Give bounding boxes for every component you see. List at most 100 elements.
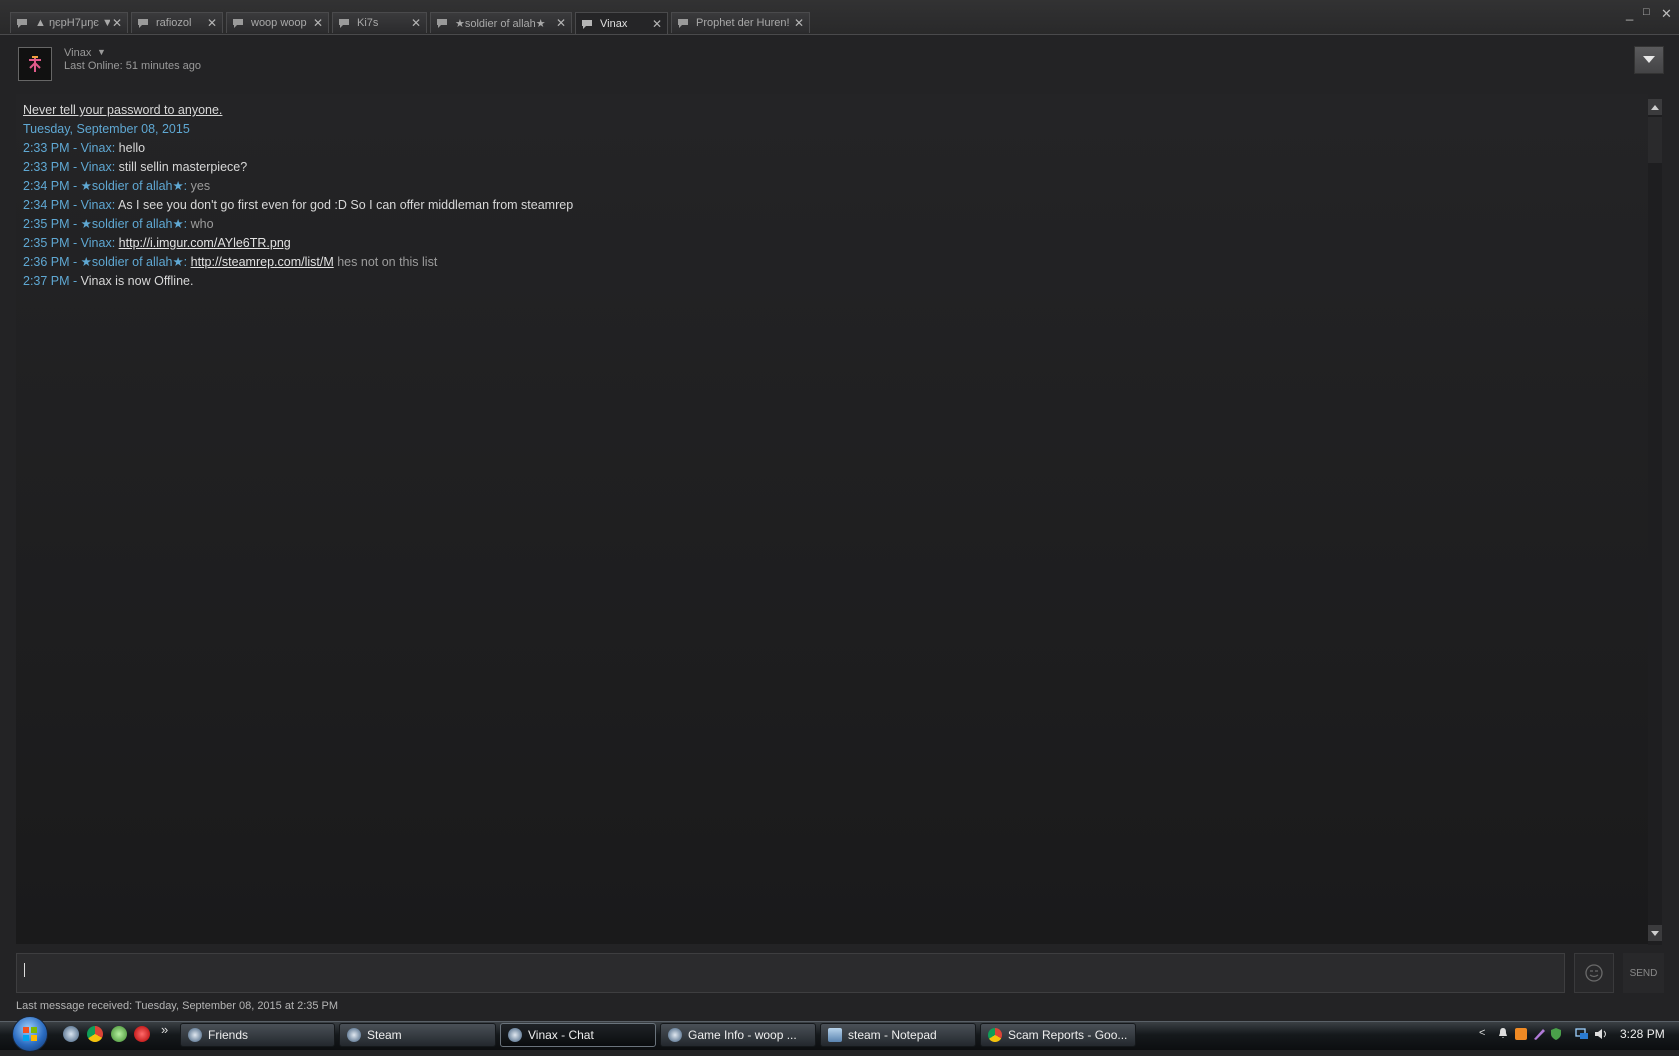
tab-vinax[interactable]: Vinax ✕ <box>575 12 668 34</box>
chevron-down-icon <box>1643 56 1655 63</box>
taskbar-button-notepad[interactable]: steam - Notepad <box>820 1023 976 1047</box>
chat-bubble-icon <box>232 18 246 28</box>
message-text: hello <box>118 141 146 155</box>
tab-neptune[interactable]: ▲ ŋєрΗ7μŋє ▼ ✕ <box>10 12 128 33</box>
emoticon-button[interactable] <box>1574 953 1614 993</box>
chrome-icon <box>988 1028 1002 1042</box>
tab-ki7s[interactable]: Ki7s ✕ <box>332 12 427 33</box>
taskbar-label: Steam <box>367 1028 402 1042</box>
shield-tray-icon[interactable] <box>1549 1027 1563 1044</box>
close-icon[interactable]: ✕ <box>650 17 664 31</box>
tab-prophet-der-huren[interactable]: Prophet der Huren! ✕ <box>671 12 810 33</box>
quicklaunch-more[interactable]: » <box>161 1022 168 1037</box>
close-icon[interactable]: ✕ <box>792 16 806 30</box>
message-prefix: 2:35 PM - ★soldier of allah★: <box>23 217 188 231</box>
tab-soldier-of-allah[interactable]: ★soldier of allah★ ✕ <box>430 12 572 33</box>
chat-options-button[interactable] <box>1634 46 1664 74</box>
tab-label: Prophet der Huren! <box>696 17 790 29</box>
steam-icon <box>508 1028 522 1042</box>
chat-bubble-icon <box>338 18 352 28</box>
avatar[interactable] <box>18 47 52 81</box>
message-prefix: 2:37 PM - <box>23 274 78 288</box>
app-quicklaunch-icon[interactable] <box>111 1026 127 1042</box>
tab-label: ▲ ŋєрΗ7μŋє ▼ <box>35 17 110 29</box>
close-icon[interactable]: ✕ <box>110 16 124 30</box>
tab-label: Ki7s <box>357 17 379 29</box>
steam-icon <box>668 1028 682 1042</box>
tab-woop-woop[interactable]: woop woop ✕ <box>226 12 329 33</box>
notepad-icon <box>828 1028 842 1042</box>
friend-status: Last Online: 51 minutes ago <box>64 60 201 72</box>
tab-label: rafiozol <box>156 17 192 29</box>
chat-scrollbar[interactable] <box>1648 99 1662 945</box>
steam-icon <box>347 1028 361 1042</box>
minimize-button[interactable]: _ <box>1626 6 1633 21</box>
chat-tab-strip: ▲ ŋєрΗ7μŋє ▼ ✕ rafiozol ✕ woop woop ✕ Ki… <box>0 0 1679 35</box>
arrow-down-icon <box>1651 930 1659 936</box>
taskbar-button-friends[interactable]: Friends <box>180 1023 335 1047</box>
close-icon[interactable]: ✕ <box>409 16 423 30</box>
message-text: yes <box>190 179 211 193</box>
chat-bubble-icon <box>16 18 30 28</box>
tray-expand-button[interactable]: < <box>1479 1027 1485 1039</box>
scrollbar-thumb[interactable] <box>1648 117 1662 163</box>
message-prefix: 2:33 PM - Vinax: <box>23 141 116 155</box>
notification-icon[interactable] <box>1497 1027 1509 1042</box>
chat-bubble-icon <box>677 18 691 28</box>
tab-label: woop woop <box>251 17 307 29</box>
taskbar-label: Game Info - woop ... <box>688 1028 797 1042</box>
chat-message: 2:35 PM - ★soldier of allah★: who <box>23 215 573 234</box>
message-prefix: 2:34 PM - Vinax: <box>23 198 116 212</box>
taskbar-button-vinax-chat[interactable]: Vinax - Chat <box>500 1023 656 1047</box>
taskbar-button-scam-reports[interactable]: Scam Reports - Goo... <box>980 1023 1136 1047</box>
volume-icon[interactable] <box>1594 1027 1608 1044</box>
tab-rafiozol[interactable]: rafiozol ✕ <box>131 12 223 33</box>
restore-button[interactable]: □ <box>1643 6 1650 18</box>
tab-label: Vinax <box>600 17 628 30</box>
app-tray-icon[interactable] <box>1514 1027 1528 1044</box>
message-prefix: 2:33 PM - Vinax: <box>23 160 116 174</box>
close-icon[interactable]: ✕ <box>554 16 568 30</box>
steam-icon <box>188 1028 202 1042</box>
message-prefix: 2:36 PM - ★soldier of allah★: <box>23 255 188 269</box>
windows-logo-icon <box>23 1027 37 1041</box>
scroll-down-button[interactable] <box>1648 925 1662 941</box>
chat-bubble-icon <box>137 18 151 28</box>
message-text: hes not on this list <box>337 255 438 269</box>
system-clock[interactable]: 3:28 PM <box>1620 1027 1665 1041</box>
taskbar-button-steam[interactable]: Steam <box>339 1023 496 1047</box>
close-window-button[interactable]: ✕ <box>1661 6 1672 22</box>
chat-message: 2:36 PM - ★soldier of allah★: http://ste… <box>23 253 573 272</box>
friend-name[interactable]: Vinax <box>64 47 91 59</box>
message-prefix: 2:35 PM - Vinax: <box>23 236 116 250</box>
message-text: who <box>190 217 214 231</box>
chat-message: 2:34 PM - ★soldier of allah★: yes <box>23 177 573 196</box>
smiley-icon <box>1585 964 1603 982</box>
pen-tray-icon[interactable] <box>1532 1027 1546 1044</box>
taskbar-label: Scam Reports - Goo... <box>1008 1028 1128 1042</box>
network-icon[interactable] <box>1575 1027 1589 1044</box>
taskbar-label: steam - Notepad <box>848 1028 937 1042</box>
chat-date: Tuesday, September 08, 2015 <box>23 122 190 136</box>
start-button[interactable] <box>12 1016 48 1052</box>
close-icon[interactable]: ✕ <box>205 16 219 30</box>
message-link[interactable]: http://steamrep.com/list/M <box>191 255 334 269</box>
taskbar-button-game-info[interactable]: Game Info - woop ... <box>660 1023 816 1047</box>
steam-quicklaunch-icon[interactable] <box>63 1026 79 1042</box>
close-icon[interactable]: ✕ <box>311 16 325 30</box>
message-text: still sellin masterpiece? <box>118 160 248 174</box>
message-prefix: 2:34 PM - ★soldier of allah★: <box>23 179 188 193</box>
chat-bubble-icon <box>581 19 595 29</box>
taskbar-label: Vinax - Chat <box>528 1028 594 1042</box>
message-link[interactable]: http://i.imgur.com/AYle6TR.png <box>119 236 291 250</box>
chat-message: 2:33 PM - Vinax: hello <box>23 139 573 158</box>
message-input[interactable] <box>16 953 1565 993</box>
opera-quicklaunch-icon[interactable] <box>134 1026 150 1042</box>
scroll-up-button[interactable] <box>1648 99 1662 115</box>
chat-message: 2:37 PM - Vinax is now Offline. <box>23 272 573 291</box>
message-text: As I see you don't go first even for god… <box>117 198 574 212</box>
friend-menu-chevron-down-icon[interactable]: ▼ <box>97 47 106 57</box>
chrome-quicklaunch-icon[interactable] <box>87 1026 103 1042</box>
taskbar-label: Friends <box>208 1028 249 1042</box>
send-button[interactable]: SEND <box>1623 953 1664 993</box>
